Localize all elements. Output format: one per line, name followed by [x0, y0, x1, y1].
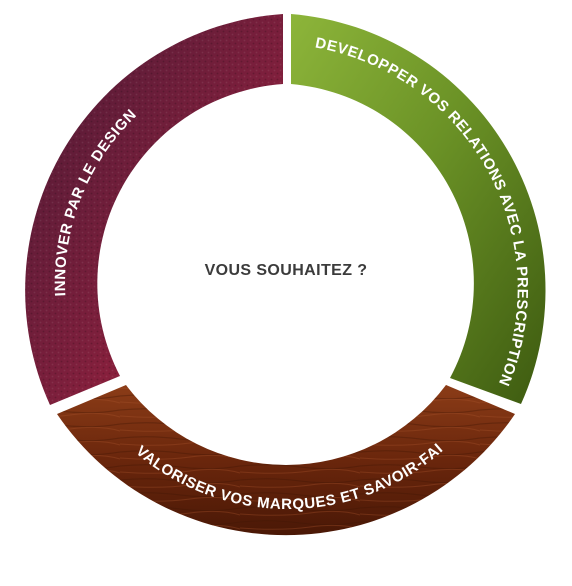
segmented-ring-diagram: DEVELOPPER VOS RELATIONS AVEC LA PRESCRI… — [0, 0, 546, 536]
center-title: VOUS SOUHAITEZ ? — [204, 262, 368, 279]
